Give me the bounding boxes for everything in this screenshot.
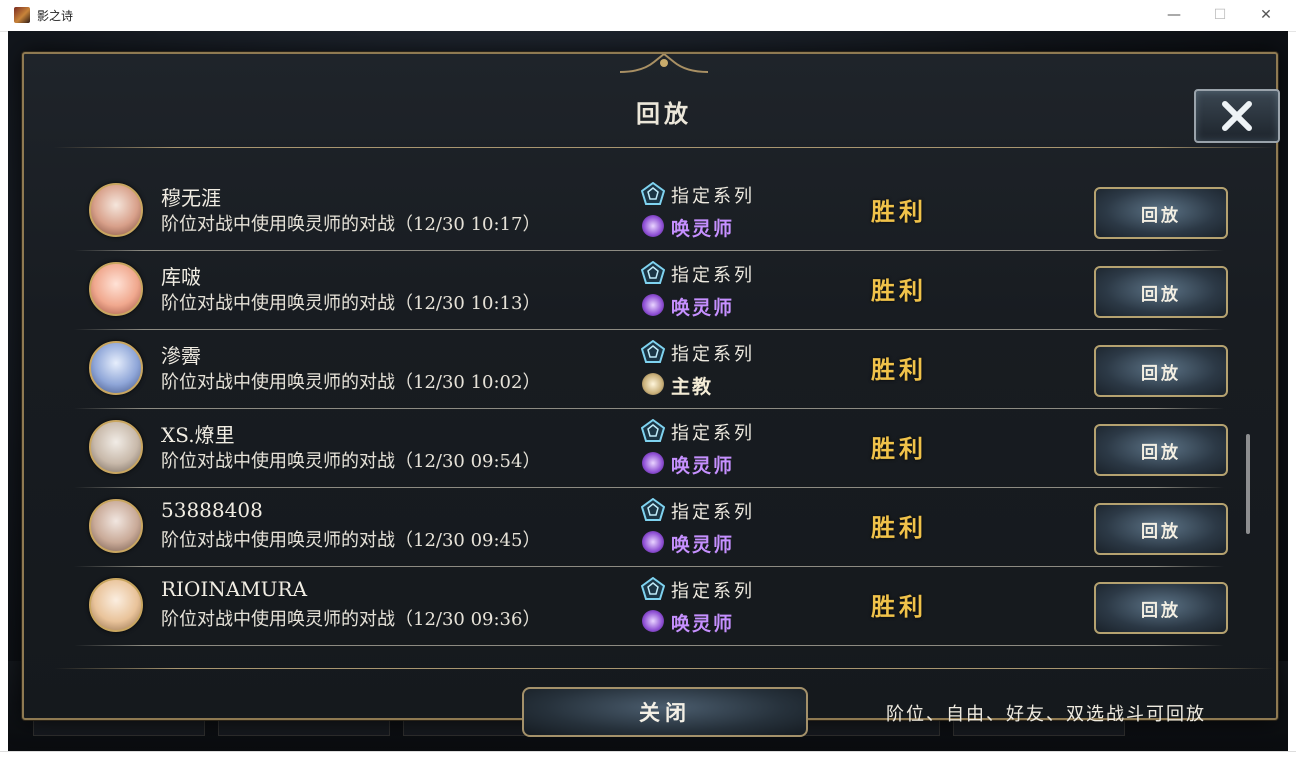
opponent-avatar: [89, 341, 143, 395]
dialog-close-x-button[interactable]: [1194, 89, 1280, 143]
summoner-icon: [642, 294, 664, 316]
replay-row: RIOINAMURA 阶位对战中使用唤灵师的对战（12/30 09:36） 指定…: [64, 567, 1244, 646]
match-result: 胜利: [871, 513, 927, 542]
replay-row: 滲霽 阶位对战中使用唤灵师的对战（12/30 10:02） 指定系列 主教 胜利…: [64, 330, 1244, 409]
rotation-format-icon: [641, 577, 665, 600]
summoner-icon: [642, 215, 664, 237]
match-description: 阶位对战中使用唤灵师的对战（12/30 10:17）: [161, 214, 541, 235]
replay-button[interactable]: 回放: [1094, 266, 1228, 318]
close-window-icon[interactable]: ✕: [1243, 0, 1289, 31]
class-label: 唤灵师: [671, 218, 735, 240]
opponent-name: 53888408: [161, 498, 263, 522]
class-label: 唤灵师: [671, 297, 735, 319]
bishop-icon: [642, 373, 664, 395]
divider-top: [54, 147, 1274, 148]
format-label: 指定系列: [671, 423, 755, 444]
match-result: 胜利: [871, 276, 927, 305]
opponent-avatar: [89, 420, 143, 474]
summoner-icon: [642, 531, 664, 553]
replay-row: XS.燎里 阶位对战中使用唤灵师的对战（12/30 09:54） 指定系列 唤灵…: [64, 409, 1244, 488]
rotation-format-icon: [641, 419, 665, 442]
window-title: 影之诗: [37, 9, 74, 23]
app-icon: [14, 7, 30, 23]
opponent-avatar: [89, 499, 143, 553]
replay-info-note: 阶位、自由、好友、双选战斗可回放: [886, 704, 1206, 725]
replay-button[interactable]: 回放: [1094, 503, 1228, 555]
replay-button[interactable]: 回放: [1094, 582, 1228, 634]
window-titlebar: 影之诗 — ☐ ✕: [0, 0, 1296, 32]
rotation-format-icon: [641, 261, 665, 284]
replay-row: 库啵 阶位对战中使用唤灵师的对战（12/30 10:13） 指定系列 唤灵师 胜…: [64, 251, 1244, 330]
match-description: 阶位对战中使用唤灵师的对战（12/30 10:02）: [161, 372, 541, 393]
replay-list[interactable]: 穆无涯 阶位对战中使用唤灵师的对战（12/30 10:17） 指定系列 唤灵师 …: [64, 172, 1244, 660]
replay-button[interactable]: 回放: [1094, 424, 1228, 476]
class-label: 唤灵师: [671, 455, 735, 477]
replay-button[interactable]: 回放: [1094, 345, 1228, 397]
row-divider: [74, 645, 1224, 646]
opponent-avatar: [89, 262, 143, 316]
format-label: 指定系列: [671, 581, 755, 602]
minimize-icon[interactable]: —: [1151, 0, 1197, 31]
opponent-avatar: [89, 578, 143, 632]
game-viewport: 回放 穆无涯 阶位对战中使用唤灵师的对战（12/30 10:17） 指定系列 唤…: [8, 31, 1288, 751]
rotation-format-icon: [641, 340, 665, 363]
match-result: 胜利: [871, 434, 927, 463]
opponent-name: 滲霽: [161, 344, 201, 368]
rotation-format-icon: [641, 182, 665, 205]
replay-dialog: 回放 穆无涯 阶位对战中使用唤灵师的对战（12/30 10:17） 指定系列 唤…: [22, 52, 1280, 737]
match-result: 胜利: [871, 592, 927, 621]
match-description: 阶位对战中使用唤灵师的对战（12/30 09:54）: [161, 451, 541, 472]
close-button[interactable]: 关闭: [522, 687, 808, 737]
class-label: 唤灵师: [671, 534, 735, 556]
opponent-avatar: [89, 183, 143, 237]
summoner-icon: [642, 452, 664, 474]
ornament-crest-icon: [620, 54, 708, 73]
match-description: 阶位对战中使用唤灵师的对战（12/30 09:36）: [161, 609, 541, 630]
replay-row: 53888408 阶位对战中使用唤灵师的对战（12/30 09:45） 指定系列…: [64, 488, 1244, 567]
opponent-name: 库啵: [161, 265, 201, 289]
maximize-icon[interactable]: ☐: [1197, 0, 1243, 31]
match-description: 阶位对战中使用唤灵师的对战（12/30 09:45）: [161, 530, 541, 551]
scrollbar-thumb[interactable]: [1246, 434, 1250, 534]
opponent-name: 穆无涯: [161, 186, 221, 210]
rotation-format-icon: [641, 498, 665, 521]
format-label: 指定系列: [671, 265, 755, 286]
dialog-title: 回放: [636, 99, 692, 128]
format-label: 指定系列: [671, 502, 755, 523]
opponent-name: RIOINAMURA: [161, 577, 308, 601]
summoner-icon: [642, 610, 664, 632]
format-label: 指定系列: [671, 344, 755, 365]
class-label: 主教: [671, 376, 714, 398]
replay-button[interactable]: 回放: [1094, 187, 1228, 239]
class-label: 唤灵师: [671, 613, 735, 635]
match-result: 胜利: [871, 355, 927, 384]
opponent-name: XS.燎里: [161, 423, 235, 447]
format-label: 指定系列: [671, 186, 755, 207]
divider-bottom: [54, 668, 1274, 669]
match-description: 阶位对战中使用唤灵师的对战（12/30 10:13）: [161, 293, 541, 314]
match-result: 胜利: [871, 197, 927, 226]
replay-row: 穆无涯 阶位对战中使用唤灵师的对战（12/30 10:17） 指定系列 唤灵师 …: [64, 172, 1244, 251]
close-icon: [1222, 101, 1252, 131]
